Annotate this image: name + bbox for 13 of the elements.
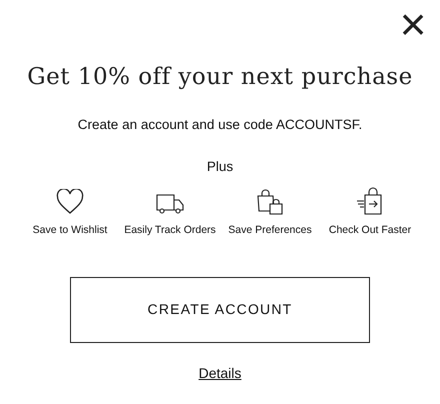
details-link[interactable]: Details [198, 362, 242, 384]
subtitle: Create an account and use code ACCOUNTSF. [78, 116, 362, 134]
benefit-label: Check Out Faster [328, 223, 412, 238]
benefit-label: Save Preferences [228, 223, 312, 238]
benefits-heading: Plus [206, 158, 234, 176]
benefit-label: Save to Wishlist [32, 223, 108, 238]
create-account-button[interactable]: CREATE ACCOUNT [70, 276, 370, 343]
heart-icon [56, 189, 84, 215]
benefit-label: Easily Track Orders [124, 223, 216, 238]
shopping-bags-icon [256, 189, 284, 215]
truck-icon [155, 193, 185, 215]
close-button[interactable]: × [396, 7, 430, 41]
title: Get 10% off your next purchase [27, 63, 413, 92]
